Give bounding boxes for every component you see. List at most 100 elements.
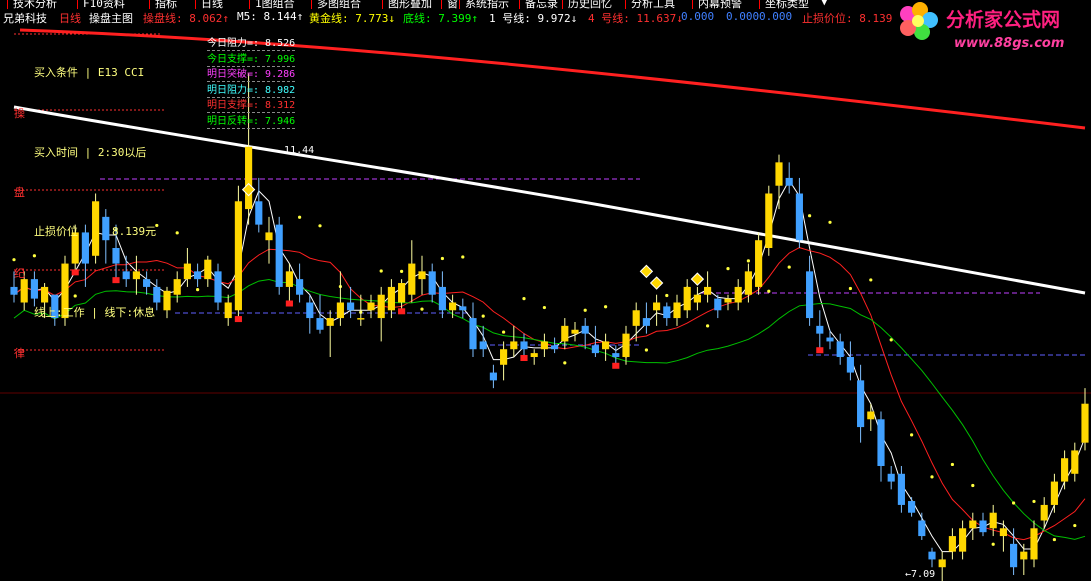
candle-body: [897, 473, 905, 505]
menu-item-4[interactable]: 1图组合: [252, 0, 298, 9]
menu-item-6[interactable]: 图形叠加: [385, 0, 435, 9]
sell-marker: [520, 355, 528, 361]
candle-body: [418, 271, 426, 280]
left-mark-1: 盘: [14, 186, 25, 199]
candle-body: [316, 318, 324, 330]
candle-body: [438, 286, 446, 311]
sar-dot: [971, 483, 975, 488]
menu-separator: [459, 0, 460, 9]
menu-item-11[interactable]: 分析工具: [628, 0, 678, 9]
candle-body: [867, 411, 875, 420]
candle-body: [928, 551, 936, 560]
menu-separator: [382, 0, 383, 9]
high-value: 11.44: [284, 145, 315, 156]
candle-body: [989, 512, 997, 529]
candle-body: [81, 232, 89, 264]
menu-separator: [562, 0, 563, 9]
candle-body: [408, 263, 416, 295]
sar-dot: [12, 258, 16, 262]
candle-body: [999, 528, 1007, 537]
candle-body: [449, 302, 457, 311]
candle-body: [979, 520, 987, 533]
flower-icon: [900, 2, 938, 40]
sar-dot: [746, 259, 751, 263]
menu-separator: [759, 0, 760, 9]
candle-body: [755, 240, 763, 287]
pivot-row-4: 明日支撑=: 8.312: [207, 100, 296, 113]
menu-separator: [519, 0, 520, 9]
period-label[interactable]: 日线: [59, 10, 81, 26]
candle-body: [1030, 528, 1038, 560]
sar-dot: [767, 289, 771, 293]
candle-body: [510, 341, 518, 350]
candle-body: [785, 177, 793, 186]
candle-body: [234, 201, 242, 311]
candle-body: [224, 302, 232, 319]
menu-item-10[interactable]: 历史回忆: [565, 0, 615, 9]
buy-time: 买入时间 | 2:30以后: [34, 146, 147, 159]
candle-body: [540, 341, 548, 350]
candle-body: [1050, 481, 1058, 505]
menu-item-12[interactable]: 内幕预警: [695, 0, 745, 9]
candle-body: [704, 286, 712, 295]
sar-dot: [808, 214, 812, 218]
low-annotation: ←7.09: [905, 569, 936, 580]
candle-body: [795, 193, 803, 241]
menu-separator: [249, 0, 250, 9]
sar-dot: [379, 269, 383, 273]
candle-body: [663, 306, 671, 319]
menu-item-2[interactable]: 指标: [152, 0, 180, 9]
candle-body: [285, 271, 293, 287]
candle-body: [887, 473, 895, 482]
candle-body: [765, 193, 773, 248]
candle-body: [20, 279, 28, 303]
ma-white-line: [13, 105, 1086, 295]
menu-item-8[interactable]: 系统指示: [462, 0, 512, 9]
candle-body: [143, 279, 151, 287]
candle-body: [204, 259, 212, 280]
candle-body: [571, 329, 579, 334]
candle-body: [163, 290, 171, 311]
sar-dot: [910, 433, 914, 437]
candle-body: [683, 286, 691, 311]
sar-dot: [991, 542, 995, 546]
candle-body: [836, 341, 844, 357]
menu-item-13[interactable]: 坐标类型: [762, 0, 812, 9]
candle-body: [275, 224, 283, 287]
candle-body: [969, 520, 977, 529]
stop-loss-value: 8.139元: [112, 225, 157, 238]
header-indicator-4: 1 号线: 9.972↓: [489, 12, 578, 25]
menu-item-1[interactable]: F10资料: [80, 0, 128, 9]
sar-dot: [175, 231, 179, 235]
sell-marker: [398, 308, 406, 315]
candle-body: [1081, 403, 1089, 443]
menu-separator: [195, 0, 196, 9]
candle-body: [816, 325, 824, 334]
sell-marker: [234, 316, 242, 323]
header-indicator-5: 4 号线: 11.637↓: [588, 12, 683, 25]
sell-marker: [285, 300, 293, 307]
menu-item-5[interactable]: 多图组合: [314, 0, 364, 9]
menu-item-0[interactable]: 技术分析: [10, 0, 60, 9]
pivot-row-2: 明日突破=: 9.286: [207, 69, 296, 82]
sar-dot: [440, 256, 444, 261]
price-chart: [0, 28, 1091, 581]
menu-item-9[interactable]: 备忘录: [522, 0, 561, 9]
menu-more-icon[interactable]: ▼: [818, 0, 831, 8]
ma5-line: [13, 179, 1086, 553]
candle-body: [459, 306, 467, 311]
candle-body: [530, 353, 538, 357]
sar-dot: [787, 265, 791, 269]
pivot-row-3: 明日阻力=: 8.982: [207, 84, 296, 98]
sell-marker: [112, 277, 120, 284]
candle-body: [398, 283, 406, 303]
sar-dot: [583, 308, 587, 312]
sar-dot: [950, 462, 955, 467]
menu-item-3[interactable]: 日线: [198, 0, 226, 9]
candle-body: [622, 333, 630, 357]
left-mark-0: 操: [14, 107, 25, 120]
candle-body: [102, 216, 110, 241]
buy-condition: 买入条件 | E13 CCI: [34, 66, 145, 79]
candle-body: [255, 201, 263, 225]
candle-body: [10, 286, 18, 295]
